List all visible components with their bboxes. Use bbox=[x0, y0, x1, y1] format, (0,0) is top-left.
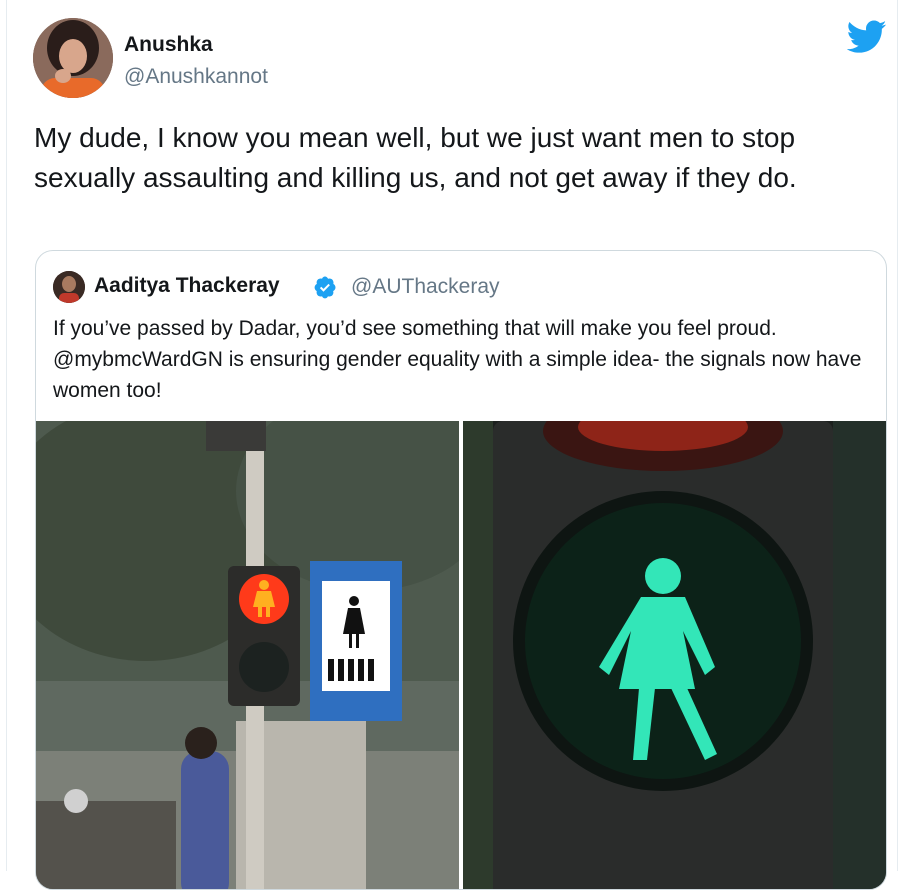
quoted-tweet[interactable]: Aaditya Thackeray @AUThackeray If you’ve… bbox=[35, 250, 887, 890]
street-signal-photo[interactable] bbox=[36, 421, 459, 889]
quoted-author-handle[interactable]: @AUThackeray bbox=[351, 275, 500, 299]
quoted-tweet-text: If you’ve passed by Dadar, you’d see som… bbox=[53, 317, 862, 402]
author-avatar[interactable] bbox=[33, 18, 113, 98]
quoted-author-name[interactable]: Aaditya Thackeray bbox=[94, 274, 280, 298]
twitter-bird-icon[interactable] bbox=[847, 20, 887, 54]
verified-badge-icon bbox=[314, 276, 336, 299]
tweet-card: Anushka @Anushkannot My dude, I know you… bbox=[6, 0, 898, 890]
author-handle[interactable]: @Anushkannot bbox=[124, 65, 268, 89]
author-name[interactable]: Anushka bbox=[124, 33, 213, 57]
tweet-text: My dude, I know you mean well, but we ju… bbox=[34, 122, 797, 193]
green-signal-closeup-photo[interactable] bbox=[463, 421, 886, 889]
quoted-author-avatar[interactable] bbox=[53, 271, 85, 303]
